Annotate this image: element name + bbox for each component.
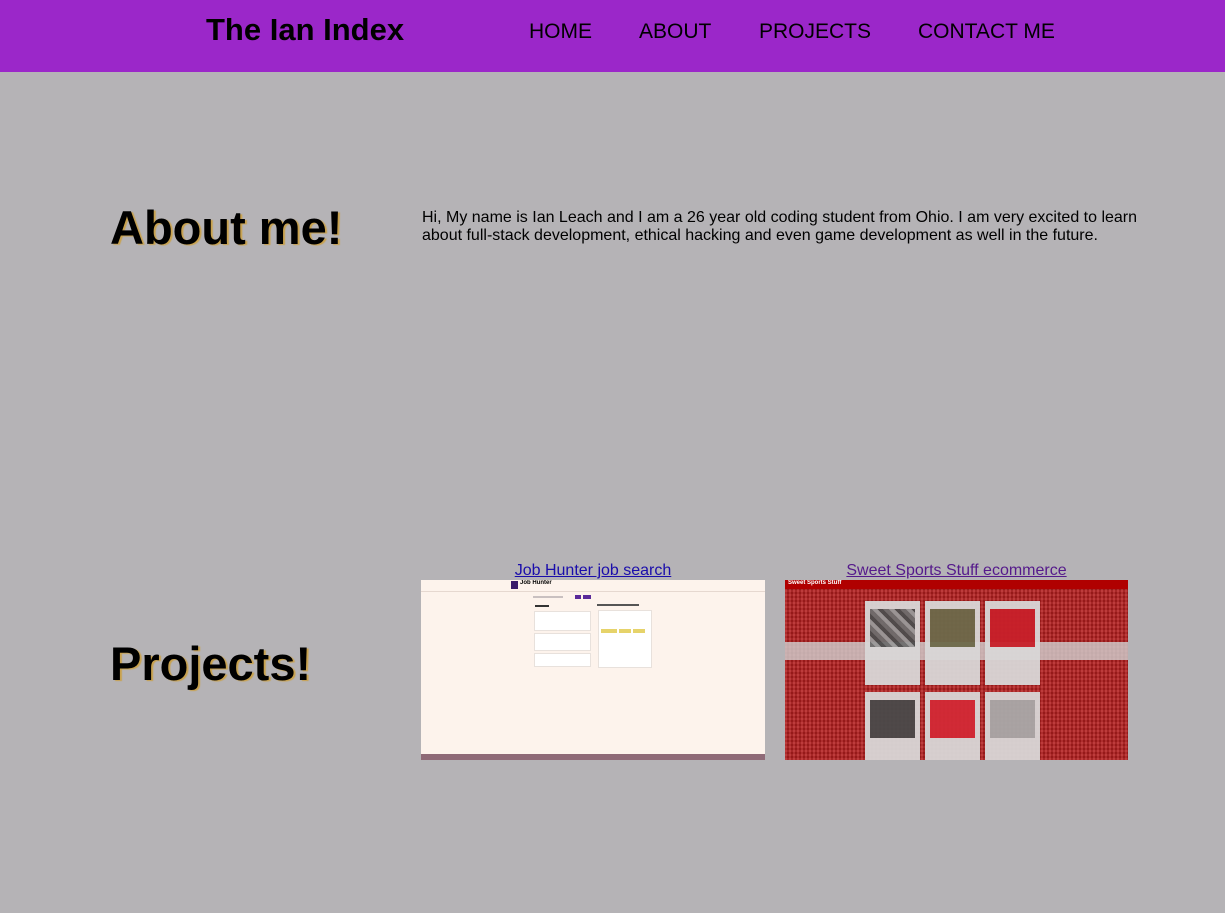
thumbnail-tag: [601, 629, 617, 633]
thumbnail-job-card: [534, 653, 591, 667]
product-image: [990, 700, 1035, 738]
thumbnail-tag: [619, 629, 631, 633]
project-screenshot-sweet-sports[interactable]: Sweet Sports Stuff: [785, 580, 1128, 760]
product-image: [930, 700, 975, 738]
project-card-sweet-sports: Sweet Sports Stuff ecommerce Sweet Sport…: [785, 561, 1128, 760]
project-screenshot-job-hunter[interactable]: Job Hunter: [421, 580, 765, 760]
project-link-job-hunter[interactable]: Job Hunter job search: [421, 561, 765, 580]
thumbnail-footer: [421, 754, 765, 760]
product-card: [925, 692, 980, 760]
nav-contact-link[interactable]: CONTACT ME: [918, 20, 1055, 44]
thumbnail-button: [583, 595, 591, 599]
thumbnail-title: Job Hunter: [520, 580, 552, 586]
thumbnail-detail-card: [598, 610, 652, 668]
nav-home-link[interactable]: HOME: [529, 20, 592, 44]
about-paragraph: Hi, My name is Ian Leach and I am a 26 y…: [422, 209, 1138, 244]
product-card: [985, 692, 1040, 760]
product-card: [865, 692, 920, 760]
thumbnail-job-card: [534, 633, 591, 651]
project-card-job-hunter: Job Hunter job search Job Hunter: [421, 561, 765, 760]
product-card: [985, 601, 1040, 685]
thumbnail-search-field: [533, 596, 563, 598]
thumbnail-tag: [633, 629, 645, 633]
thumbnail-text: [535, 605, 549, 607]
product-image: [870, 609, 915, 647]
about-heading: About me!: [110, 201, 343, 254]
thumbnail-button: [575, 595, 581, 599]
nav-projects-link[interactable]: PROJECTS: [759, 20, 871, 44]
thumbnail-job-card: [534, 611, 591, 631]
thumbnail-header-bar: [421, 580, 765, 592]
product-card: [925, 601, 980, 685]
thumbnail-title: Sweet Sports Stuff: [788, 580, 842, 586]
site-header: The Ian Index HOME ABOUT PROJECTS CONTAC…: [0, 0, 1225, 72]
product-image: [930, 609, 975, 647]
thumbnail-text: [597, 604, 639, 606]
product-image: [870, 700, 915, 738]
product-image: [990, 609, 1035, 647]
site-title: The Ian Index: [206, 12, 405, 47]
nav-about-link[interactable]: ABOUT: [639, 20, 711, 44]
product-card: [865, 601, 920, 685]
projects-heading: Projects!: [110, 637, 312, 690]
project-link-sweet-sports[interactable]: Sweet Sports Stuff ecommerce: [785, 561, 1128, 580]
logo-icon: [511, 581, 518, 589]
